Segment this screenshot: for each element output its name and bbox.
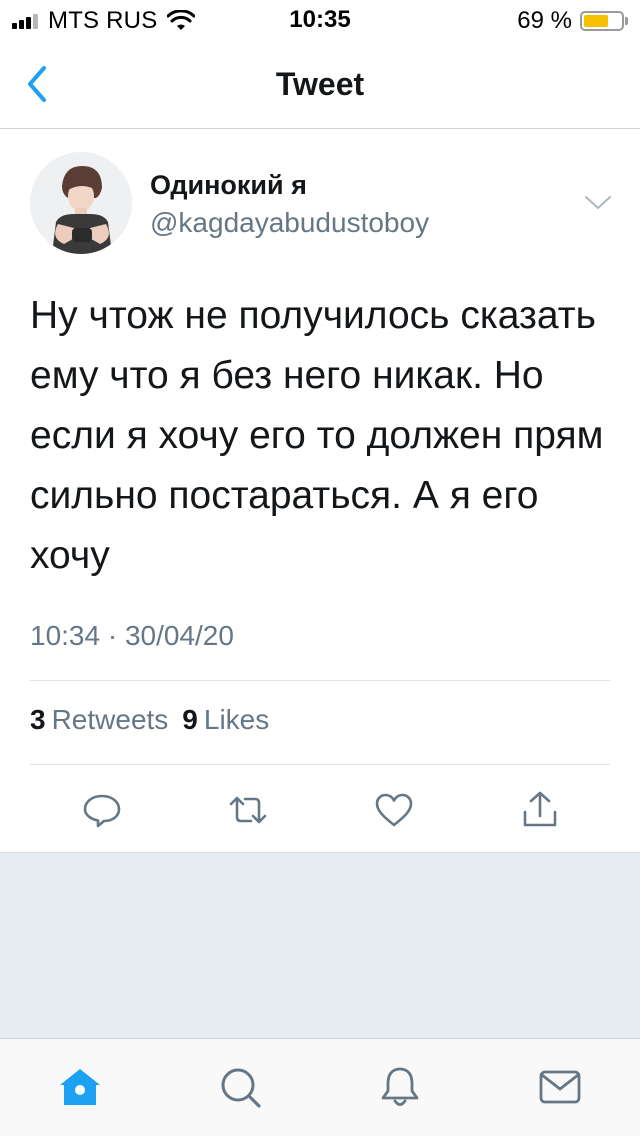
battery-tip: [625, 17, 628, 25]
share-button[interactable]: [518, 788, 562, 832]
tweet-stats: 3 Retweets 9 Likes: [30, 704, 269, 736]
bell-icon: [381, 1067, 419, 1106]
battery-fill: [584, 15, 608, 27]
tab-messages[interactable]: [536, 1063, 584, 1111]
divider: [30, 764, 610, 765]
chevron-down-icon: [585, 196, 611, 209]
battery-percent: 69 %: [517, 7, 572, 34]
home-icon: [60, 1069, 100, 1105]
tab-notifications[interactable]: [376, 1063, 424, 1111]
retweet-icon: [229, 796, 267, 824]
tab-home[interactable]: [56, 1063, 104, 1111]
retweets-stat[interactable]: 3 Retweets: [30, 704, 168, 735]
tab-bar: [0, 1038, 640, 1136]
likes-stat[interactable]: 9 Likes: [182, 704, 269, 735]
retweet-label: Retweets: [51, 704, 169, 735]
like-button[interactable]: [372, 788, 416, 832]
tweet-text: Ну чтож не получилось сказать ему что я …: [30, 294, 604, 577]
divider: [30, 680, 610, 681]
tab-search[interactable]: [216, 1063, 264, 1111]
heart-icon: [375, 793, 413, 827]
like-label: Likes: [203, 704, 270, 735]
page-title: Tweet: [275, 66, 365, 102]
reply-button[interactable]: [80, 788, 124, 832]
tweet-timestamp[interactable]: 10:34 · 30/04/20: [30, 620, 234, 652]
tweet-detail-screen: MTS RUS 10:35 69 % Tweet Одинокий я @kag…: [0, 0, 640, 1136]
author-handle[interactable]: @kagdayabudustoboy: [150, 207, 429, 239]
reply-icon: [83, 794, 121, 828]
battery-icon: [580, 11, 624, 31]
retweet-count: 3: [30, 704, 46, 735]
status-bar-right: 69 %: [517, 7, 628, 34]
avatar[interactable]: [30, 152, 132, 254]
like-count: 9: [182, 704, 198, 735]
search-icon: [221, 1068, 261, 1108]
retweet-button[interactable]: [226, 788, 270, 832]
author-name[interactable]: Одинокий я: [150, 170, 307, 201]
navigation-bar: Tweet: [0, 40, 640, 129]
mail-icon: [539, 1070, 581, 1104]
avatar-image: [30, 152, 132, 254]
tweet-menu-button[interactable]: [582, 190, 614, 214]
share-icon: [523, 791, 557, 827]
status-bar: MTS RUS 10:35 69 %: [0, 0, 640, 40]
tweet-actions: [0, 780, 640, 840]
replies-area: [0, 852, 640, 1039]
